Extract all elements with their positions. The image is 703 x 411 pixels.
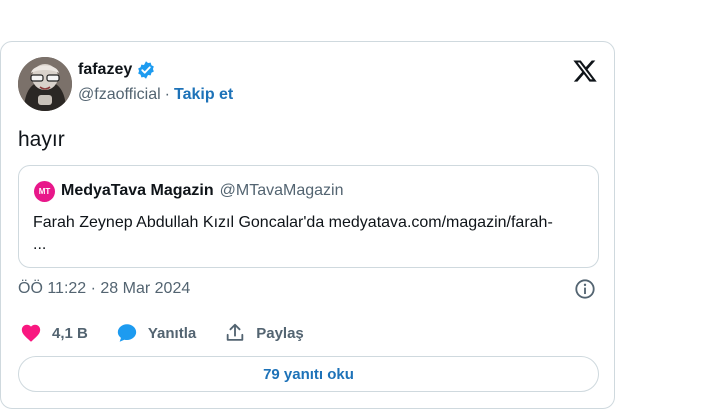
share-label: Paylaş: [256, 324, 304, 342]
x-logo-icon[interactable]: [572, 58, 598, 84]
tweet-card: fafazey @fzaofficial · Takip et hayır MT…: [0, 41, 615, 409]
quoted-author-handle: @MTavaMagazin: [219, 182, 344, 199]
like-count: 4,1 B: [52, 324, 88, 342]
reply-bubble-icon: [117, 324, 137, 342]
quoted-avatar[interactable]: MT: [34, 181, 55, 202]
quoted-tweet[interactable]: MT MedyaTava Magazin @MTavaMagazin Farah…: [18, 165, 599, 268]
read-replies-button[interactable]: 79 yanıtı oku: [18, 356, 599, 392]
author-name[interactable]: fafazey: [78, 61, 132, 79]
reply-label: Yanıtla: [147, 324, 197, 342]
like-button[interactable]: 4,1 B: [20, 322, 88, 344]
author-avatar[interactable]: [18, 57, 72, 111]
separator-dot: ·: [164, 86, 170, 103]
tweet-text: hayır: [18, 128, 65, 151]
info-icon[interactable]: [574, 278, 596, 300]
reply-button[interactable]: Yanıtla: [116, 322, 196, 344]
follow-button[interactable]: Takip et: [174, 86, 233, 104]
author-handle-row: @fzaofficial · Takip et: [78, 86, 233, 104]
verified-badge-icon: [136, 60, 156, 80]
quoted-author-name: MedyaTava Magazin: [61, 182, 214, 199]
share-button[interactable]: Paylaş: [224, 322, 304, 344]
author-name-row: fafazey: [78, 60, 156, 80]
author-handle[interactable]: @fzaofficial: [78, 86, 161, 104]
action-bar: 4,1 B Yanıtla Paylaş: [20, 322, 332, 344]
heart-icon: [21, 324, 41, 342]
tweet-timestamp[interactable]: ÖÖ 11:22 · 28 Mar 2024: [18, 280, 190, 298]
share-icon: [226, 323, 244, 341]
quoted-text: Farah Zeynep Abdullah Kızıl Goncalar'da …: [33, 214, 553, 253]
quoted-author-row: MedyaTava Magazin @MTavaMagazin: [61, 182, 343, 200]
